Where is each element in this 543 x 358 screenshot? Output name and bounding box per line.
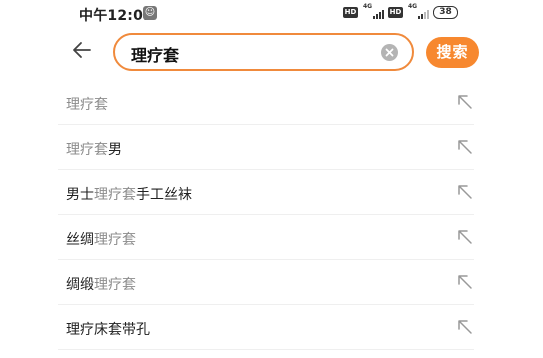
clear-x-icon bbox=[385, 48, 394, 57]
suggestion-text: 理疗套 bbox=[66, 97, 108, 113]
suggestion-text: 男士理疗套手工丝袜 bbox=[66, 187, 192, 203]
back-button[interactable] bbox=[70, 38, 94, 62]
suggestion-item[interactable]: 绸缎理疗套 bbox=[58, 260, 474, 305]
arrow-up-left-icon[interactable] bbox=[456, 93, 474, 111]
suggestion-text: 理疗套男 bbox=[66, 142, 122, 158]
search-button[interactable]: 搜索 bbox=[426, 37, 479, 68]
arrow-up-left-icon[interactable] bbox=[456, 273, 474, 291]
arrow-up-left-icon[interactable] bbox=[456, 318, 474, 336]
network-type-2: 4G bbox=[408, 3, 418, 10]
arrow-up-left-icon[interactable] bbox=[456, 138, 474, 156]
notification-icon: ☺ bbox=[143, 6, 157, 20]
clear-search-button[interactable] bbox=[381, 44, 398, 61]
status-time: 中午12:01 bbox=[79, 8, 153, 24]
suggestion-list: 理疗套 理疗套男 男士理疗套手工丝袜 丝绸理疗套 绸缎理疗套 理疗床套带孔 bbox=[58, 80, 474, 350]
suggestion-item[interactable]: 理疗套男 bbox=[58, 125, 474, 170]
search-field[interactable]: 理疗套 bbox=[113, 33, 414, 71]
search-input[interactable]: 理疗套 bbox=[131, 42, 179, 66]
suggestion-text: 理疗床套带孔 bbox=[66, 322, 150, 338]
suggestion-item[interactable]: 理疗套 bbox=[58, 80, 474, 125]
suggestion-text: 丝绸理疗套 bbox=[66, 232, 136, 248]
suggestion-item[interactable]: 丝绸理疗套 bbox=[58, 215, 474, 260]
arrow-left-icon bbox=[73, 42, 91, 58]
suggestion-item[interactable]: 理疗床套带孔 bbox=[58, 305, 474, 350]
hd-badge-2: HD bbox=[388, 7, 403, 18]
battery-icon: 38 bbox=[433, 6, 458, 19]
suggestion-item[interactable]: 男士理疗套手工丝袜 bbox=[58, 170, 474, 215]
hd-badge-1: HD bbox=[343, 7, 358, 18]
status-bar: 中午12:01 ☺ HD 4G HD 4G 38 bbox=[0, 0, 543, 28]
arrow-up-left-icon[interactable] bbox=[456, 183, 474, 201]
network-type-1: 4G bbox=[363, 3, 373, 10]
suggestion-text: 绸缎理疗套 bbox=[66, 277, 136, 293]
arrow-up-left-icon[interactable] bbox=[456, 228, 474, 246]
